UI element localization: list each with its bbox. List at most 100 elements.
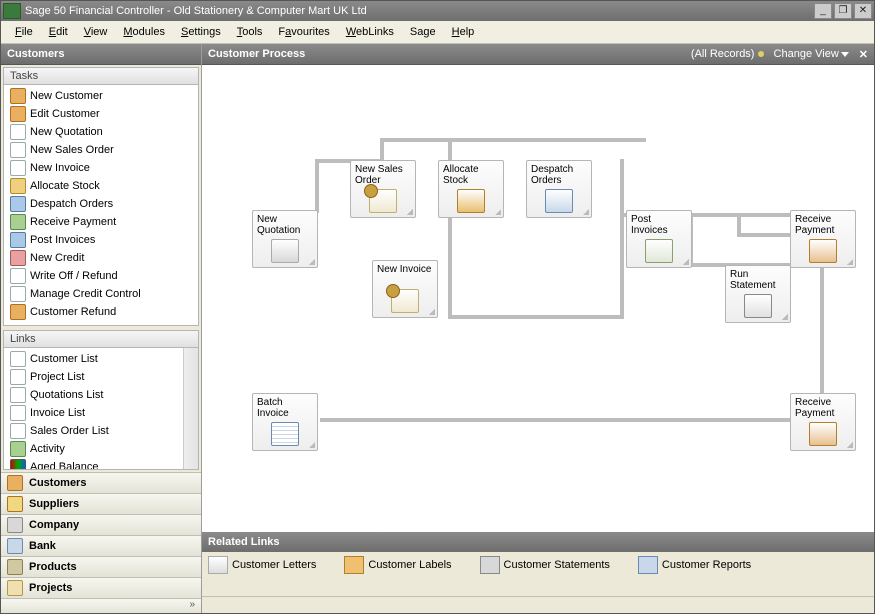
link-activity[interactable]: Activity (6, 440, 196, 458)
link-invoice-list[interactable]: Invoice List (6, 404, 196, 422)
related-customer-reports[interactable]: Customer Reports (638, 556, 751, 574)
tasks-panel: Tasks New Customer Edit Customer New Quo… (3, 67, 199, 326)
node-new-sales-order[interactable]: New Sales Order (350, 160, 416, 218)
resize-grip-icon (847, 259, 853, 265)
nav-collapse-toggle[interactable]: » (1, 598, 201, 613)
menu-settings[interactable]: Settings (173, 24, 229, 40)
menu-edit[interactable]: Edit (41, 24, 76, 40)
document-icon (10, 286, 26, 302)
check-icon (645, 239, 673, 263)
node-allocate-stock[interactable]: Allocate Stock (438, 160, 504, 218)
content-area: Customers Tasks New Customer Edit Custom… (1, 44, 874, 613)
menu-modules[interactable]: Modules (115, 24, 173, 40)
menu-file[interactable]: File (7, 24, 41, 40)
main-area: Customer Process (All Records) Change Vi… (202, 44, 874, 613)
label-icon (344, 556, 364, 574)
menu-favourites[interactable]: Favourites (270, 24, 337, 40)
task-new-invoice[interactable]: New Invoice (6, 159, 196, 177)
task-allocate-stock[interactable]: Allocate Stock (6, 177, 196, 195)
menu-help[interactable]: Help (444, 24, 483, 40)
close-window-button[interactable]: ✕ (854, 3, 872, 19)
resize-grip-icon (782, 314, 788, 320)
links-list: Customer List Project List Quotations Li… (4, 348, 198, 469)
person-money-icon (809, 422, 837, 446)
task-new-customer[interactable]: New Customer (6, 87, 196, 105)
chart-icon (10, 459, 26, 469)
task-despatch-orders[interactable]: Despatch Orders (6, 195, 196, 213)
menu-view[interactable]: View (76, 24, 116, 40)
activity-icon (10, 441, 26, 457)
task-receive-payment[interactable]: Receive Payment (6, 213, 196, 231)
title-bar: Sage 50 Financial Controller - Old Stati… (1, 1, 874, 21)
report-icon (638, 556, 658, 574)
node-run-statement[interactable]: Run Statement (725, 265, 791, 323)
document-icon (10, 160, 26, 176)
menu-tools[interactable]: Tools (229, 24, 271, 40)
node-new-quotation[interactable]: New Quotation (252, 210, 318, 268)
node-receive-payment[interactable]: Receive Payment (790, 210, 856, 268)
node-despatch-orders[interactable]: Despatch Orders (526, 160, 592, 218)
node-new-invoice[interactable]: New Invoice (372, 260, 438, 318)
gear-icon (391, 289, 419, 313)
truck-icon (10, 196, 26, 212)
task-manage-credit-control[interactable]: Manage Credit Control (6, 285, 196, 303)
link-sales-order-list[interactable]: Sales Order List (6, 422, 196, 440)
links-scrollbar[interactable] (183, 348, 198, 469)
change-view-dropdown[interactable]: Change View (774, 48, 849, 60)
nav-projects[interactable]: Projects (1, 577, 201, 598)
task-new-sales-order[interactable]: New Sales Order (6, 141, 196, 159)
tasks-list: New Customer Edit Customer New Quotation… (4, 85, 198, 325)
node-post-invoices[interactable]: Post Invoices (626, 210, 692, 268)
document-icon (10, 142, 26, 158)
restore-button[interactable]: ❐ (834, 3, 852, 19)
nav-customers[interactable]: Customers (1, 472, 201, 493)
node-batch-invoice[interactable]: Batch Invoice (252, 393, 318, 451)
link-aged-balance[interactable]: Aged Balance (6, 458, 196, 469)
resize-grip-icon (429, 309, 435, 315)
process-canvas: New Quotation New Sales Order Allocate S… (202, 65, 874, 532)
nav-products[interactable]: Products (1, 556, 201, 577)
company-icon (7, 517, 23, 533)
nav-suppliers[interactable]: Suppliers (1, 493, 201, 514)
post-icon (10, 232, 26, 248)
document-icon (10, 268, 26, 284)
task-new-credit[interactable]: New Credit (6, 249, 196, 267)
main-header: Customer Process (All Records) Change Vi… (202, 44, 874, 65)
app-icon (3, 3, 21, 19)
resize-grip-icon (847, 442, 853, 448)
nav-stack: Customers Suppliers Company Bank Product… (1, 472, 201, 613)
window-title: Sage 50 Financial Controller - Old Stati… (25, 5, 367, 17)
task-new-quotation[interactable]: New Quotation (6, 123, 196, 141)
chevron-down-icon (841, 52, 849, 57)
record-filter[interactable]: (All Records) (691, 48, 764, 60)
menu-weblinks[interactable]: WebLinks (338, 24, 402, 40)
minimize-button[interactable]: _ (814, 3, 832, 19)
grid-icon (271, 422, 299, 446)
link-project-list[interactable]: Project List (6, 368, 196, 386)
related-customer-letters[interactable]: Customer Letters (208, 556, 316, 574)
close-view-button[interactable]: ✕ (859, 48, 868, 61)
customers-icon (7, 475, 23, 491)
link-quotations-list[interactable]: Quotations List (6, 386, 196, 404)
list-icon (10, 369, 26, 385)
task-post-invoices[interactable]: Post Invoices (6, 231, 196, 249)
app-window: Sage 50 Financial Controller - Old Stati… (0, 0, 875, 614)
envelope-icon (208, 556, 228, 574)
person-icon (10, 106, 26, 122)
task-customer-refund[interactable]: Customer Refund (6, 303, 196, 321)
related-customer-labels[interactable]: Customer Labels (344, 556, 451, 574)
link-customer-list[interactable]: Customer List (6, 350, 196, 368)
related-links-header: Related Links (202, 532, 874, 552)
sidebar: Customers Tasks New Customer Edit Custom… (1, 44, 202, 613)
menu-sage[interactable]: Sage (402, 24, 444, 40)
related-customer-statements[interactable]: Customer Statements (480, 556, 610, 574)
credit-icon (10, 250, 26, 266)
nav-company[interactable]: Company (1, 514, 201, 535)
products-icon (7, 559, 23, 575)
menu-bar: File Edit View Modules Settings Tools Fa… (1, 21, 874, 44)
task-edit-customer[interactable]: Edit Customer (6, 105, 196, 123)
bank-icon (7, 538, 23, 554)
task-write-off-refund[interactable]: Write Off / Refund (6, 267, 196, 285)
nav-bank[interactable]: Bank (1, 535, 201, 556)
node-receive-payment-2[interactable]: Receive Payment (790, 393, 856, 451)
